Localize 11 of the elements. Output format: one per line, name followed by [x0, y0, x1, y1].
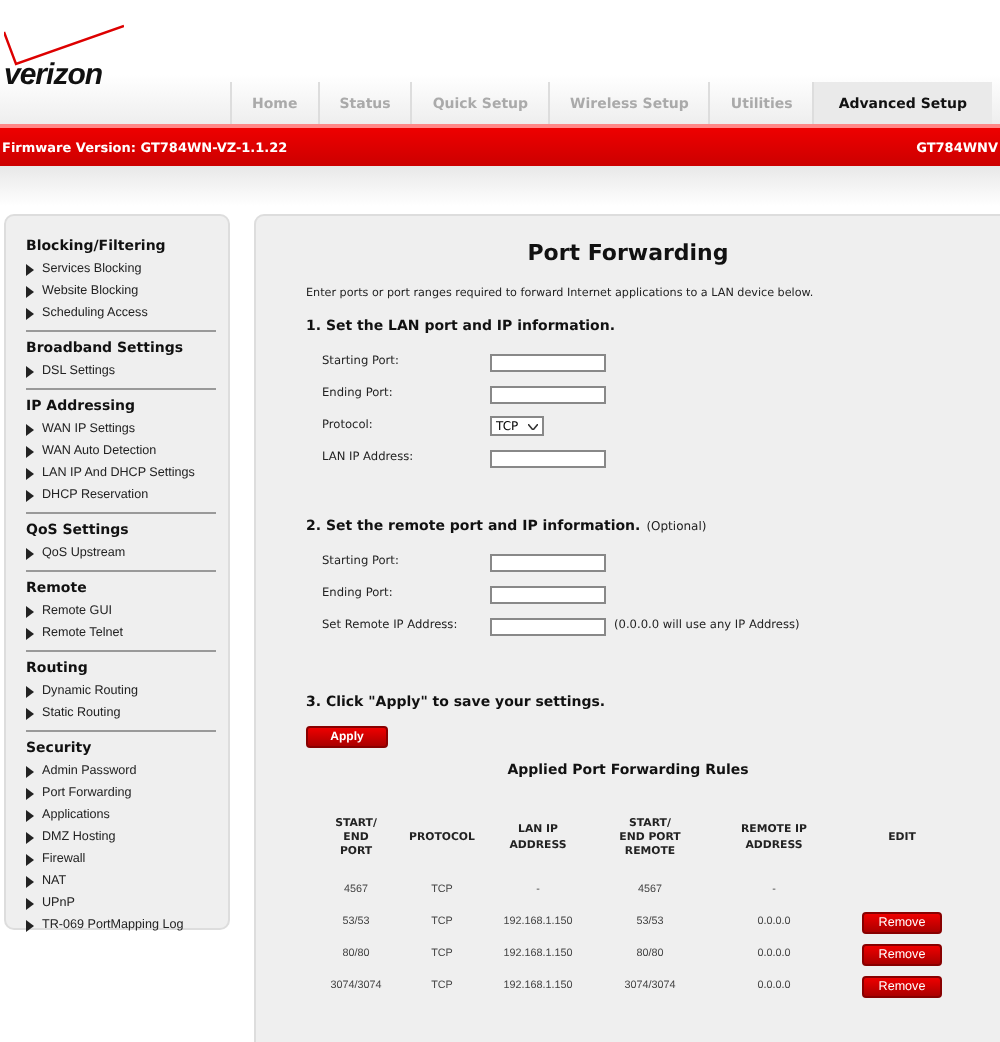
page-title: Port Forwarding: [525, 240, 731, 270]
chevron-down-icon: [528, 423, 538, 429]
input-field[interactable]: [490, 449, 606, 467]
brand-logo: verizon: [4, 58, 103, 92]
input-field[interactable]: [490, 585, 606, 603]
input-field[interactable]: [490, 353, 606, 371]
input-field[interactable]: [490, 385, 606, 403]
triangle-icon: [26, 365, 34, 377]
input-field[interactable]: [490, 617, 606, 635]
triangle-icon: [26, 547, 34, 559]
input-field[interactable]: [490, 553, 606, 571]
